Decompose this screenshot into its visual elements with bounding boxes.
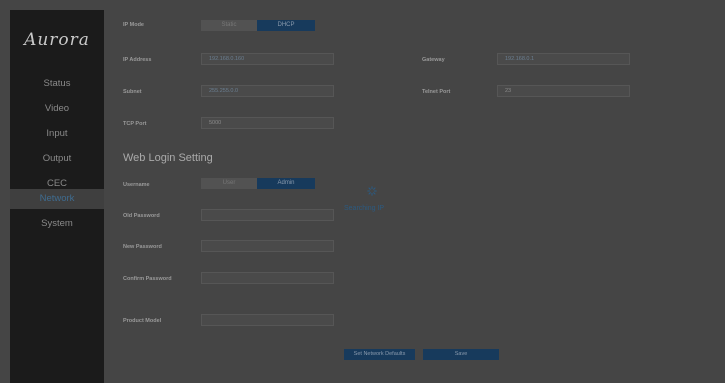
tcp-port-label: TCP Port <box>123 121 147 127</box>
ip-mode-label: IP Mode <box>123 22 144 28</box>
sidebar-item-network[interactable]: Network <box>10 189 104 209</box>
username-label: Username <box>123 182 150 188</box>
subnet-label: Subnet <box>123 89 142 95</box>
gateway-input[interactable]: 192.168.0.1 <box>497 53 630 65</box>
telnet-port-input[interactable]: 23 <box>497 85 630 97</box>
old-password-input[interactable] <box>201 209 334 221</box>
new-password-label: New Password <box>123 244 162 250</box>
set-network-defaults-button[interactable]: Set Network Defaults <box>344 349 415 360</box>
sidebar-item-input[interactable]: Input <box>10 124 104 144</box>
tcp-port-input[interactable]: 5000 <box>201 117 334 129</box>
loading-spinner-icon <box>367 186 377 196</box>
confirm-password-label: Confirm Password <box>123 276 172 282</box>
confirm-password-input[interactable] <box>201 272 334 284</box>
subnet-input[interactable]: 255.255.0.0 <box>201 85 334 97</box>
gateway-label: Gateway <box>422 57 445 63</box>
product-model-label: Product Model <box>123 318 162 324</box>
sidebar-item-status[interactable]: Status <box>10 74 104 94</box>
aurora-logo: Aurora <box>24 30 90 50</box>
old-password-label: Old Password <box>123 213 160 219</box>
ip-mode-dhcp-button[interactable]: DHCP <box>257 20 315 31</box>
new-password-input[interactable] <box>201 240 334 252</box>
web-login-title: Web Login Setting <box>123 152 213 164</box>
ip-address-input[interactable]: 192.168.0.160 <box>201 53 334 65</box>
telnet-port-label: Telnet Port <box>422 89 451 95</box>
username-admin-button[interactable]: Admin <box>257 178 315 189</box>
product-model-field <box>201 314 334 326</box>
sidebar-item-video[interactable]: Video <box>10 99 104 119</box>
username-toggle: User Admin <box>201 178 315 189</box>
sidebar-item-system[interactable]: System <box>10 214 104 234</box>
searching-ip-status: Searching IP <box>344 205 385 212</box>
ip-address-label: IP Address <box>123 57 152 63</box>
ip-mode-toggle: Static DHCP <box>201 20 315 31</box>
ip-mode-static-button[interactable]: Static <box>201 20 257 31</box>
sidebar: Aurora Status Video Input Output CEC Net… <box>10 10 104 383</box>
sidebar-item-output[interactable]: Output <box>10 149 104 169</box>
app-window: Aurora Status Video Input Output CEC Net… <box>0 0 725 383</box>
save-button[interactable]: Save <box>423 349 499 360</box>
username-user-button[interactable]: User <box>201 178 257 189</box>
